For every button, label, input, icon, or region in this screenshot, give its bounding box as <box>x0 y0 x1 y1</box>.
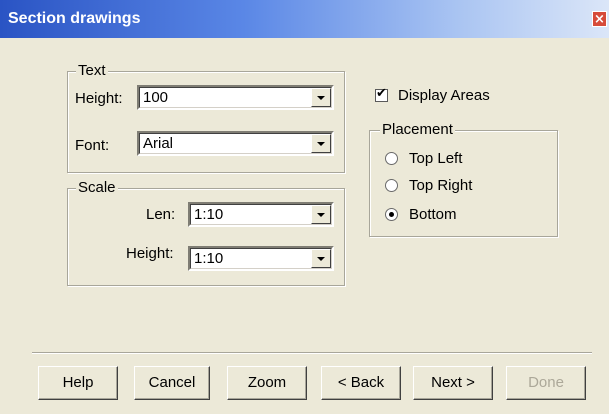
section-drawings-dialog: Section drawings × Text Height: 100 Font… <box>0 0 609 414</box>
text-height-value: 100 <box>143 89 169 106</box>
scale-group-legend: Scale <box>76 179 118 196</box>
done-button[interactable]: Done <box>506 366 586 400</box>
display-areas-label[interactable]: Display Areas <box>398 87 490 104</box>
font-value: Arial <box>143 135 174 152</box>
placement-group-legend: Placement <box>380 121 455 138</box>
len-dropdown[interactable]: 1:10 <box>188 202 334 227</box>
close-button[interactable]: × <box>592 11 607 27</box>
font-label: Font: <box>75 137 110 154</box>
font-dropdown[interactable]: Arial <box>137 131 334 156</box>
scale-height-dropdown[interactable]: 1:10 <box>188 246 334 271</box>
window-title: Section drawings <box>8 10 141 27</box>
radio-top-right[interactable] <box>385 179 398 192</box>
radio-top-left[interactable] <box>385 152 398 165</box>
len-label: Len: <box>146 206 176 223</box>
help-button[interactable]: Help <box>38 366 118 400</box>
len-value: 1:10 <box>194 206 224 223</box>
back-button[interactable]: < Back <box>321 366 401 400</box>
chevron-down-icon[interactable] <box>311 134 331 153</box>
cancel-button[interactable]: Cancel <box>134 366 210 400</box>
radio-bottom-label[interactable]: Bottom <box>409 206 457 223</box>
chevron-down-icon[interactable] <box>311 249 331 268</box>
chevron-down-icon[interactable] <box>311 88 331 107</box>
separator <box>32 352 592 354</box>
chevron-down-icon[interactable] <box>311 205 331 224</box>
text-height-dropdown[interactable]: 100 <box>137 85 334 110</box>
radio-top-right-label[interactable]: Top Right <box>409 177 472 194</box>
title-bar[interactable]: Section drawings × <box>0 0 609 38</box>
zoom-button[interactable]: Zoom <box>227 366 307 400</box>
display-areas-checkbox[interactable]: ✔ <box>375 86 388 102</box>
close-icon: × <box>594 12 605 27</box>
scale-height-label: Height: <box>126 245 174 262</box>
next-button[interactable]: Next > <box>413 366 493 400</box>
radio-top-left-label[interactable]: Top Left <box>409 150 462 167</box>
text-group-legend: Text <box>76 62 108 79</box>
checkmark-icon: ✔ <box>376 86 387 101</box>
radio-bottom[interactable] <box>385 208 398 221</box>
text-height-label: Height: <box>75 90 123 107</box>
scale-height-value: 1:10 <box>194 250 224 267</box>
